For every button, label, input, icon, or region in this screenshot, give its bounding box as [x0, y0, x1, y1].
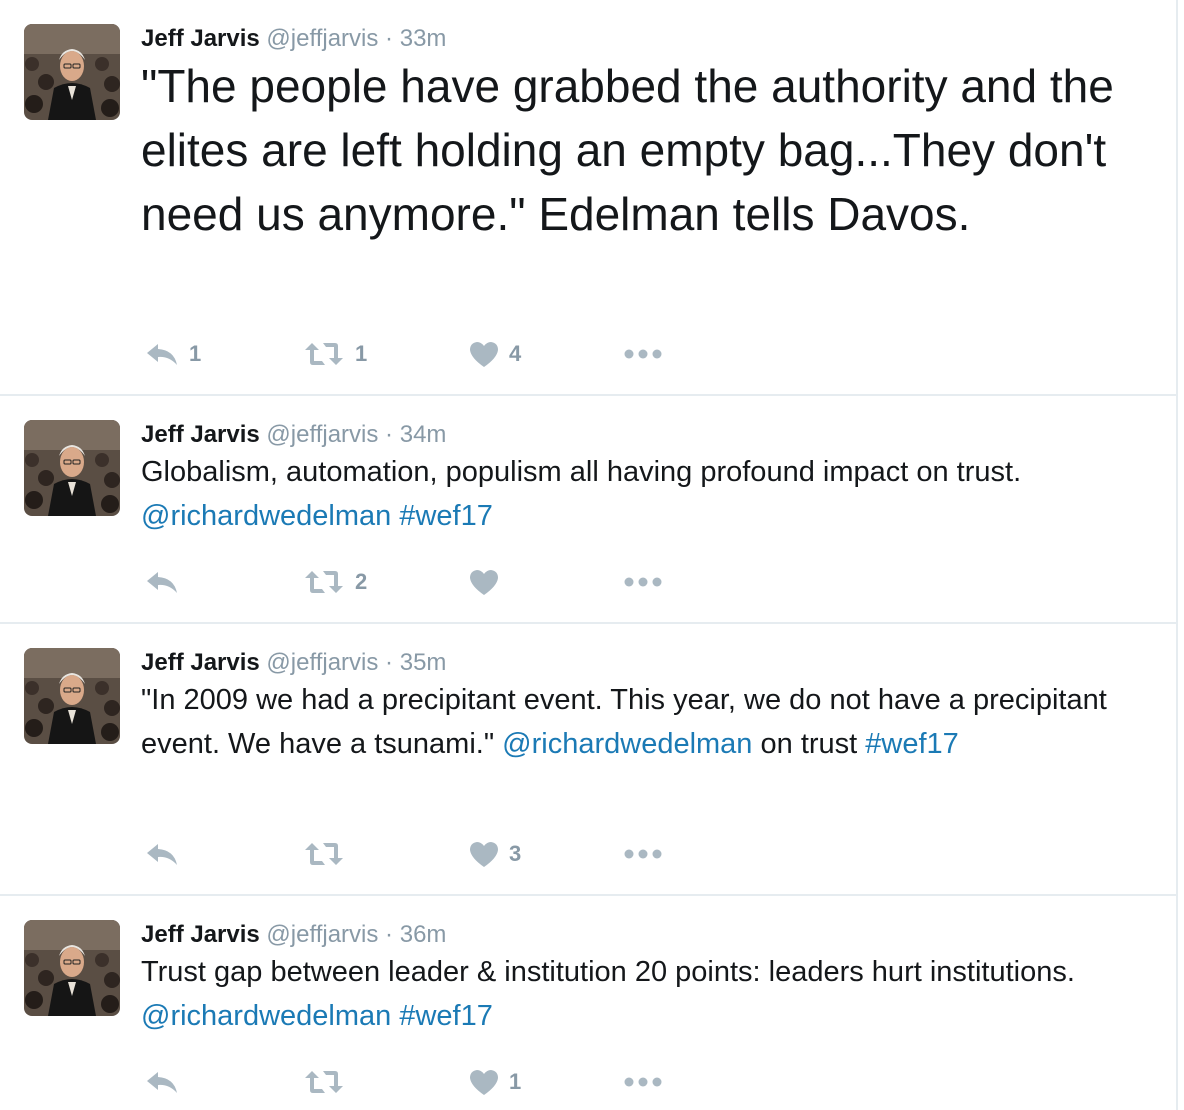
tweet[interactable]: Jeff Jarvis @jeffjarvis · 34m Globalism,… [0, 396, 1176, 624]
retweet-icon [303, 341, 345, 367]
like-button[interactable] [469, 564, 509, 600]
reply-icon [145, 570, 179, 594]
mention-link[interactable]: @richardwedelman [141, 1000, 391, 1032]
like-count: 1 [509, 1069, 522, 1094]
hashtag-link[interactable]: #wef17 [865, 728, 959, 760]
more-button[interactable] [624, 564, 662, 600]
avatar[interactable] [24, 648, 120, 744]
tweet-text-body: Globalism, automation, populism all havi… [141, 456, 1022, 488]
retweet-count: 2 [355, 569, 368, 594]
tweet[interactable]: Jeff Jarvis @jeffjarvis · 35m "In 2009 w… [0, 624, 1176, 896]
more-dots-icon [624, 849, 662, 859]
tweet-header: Jeff Jarvis @jeffjarvis · 33m [141, 24, 1156, 54]
separator-dot: · [385, 921, 394, 948]
timestamp[interactable]: 35m [400, 649, 447, 676]
like-button[interactable]: 3 [469, 836, 521, 872]
like-button[interactable]: 1 [469, 1064, 521, 1100]
username[interactable]: @jeffjarvis [266, 25, 378, 52]
more-dots-icon [624, 1077, 662, 1087]
reply-count: 1 [189, 341, 202, 366]
tweet-header: Jeff Jarvis @jeffjarvis · 36m [141, 920, 1156, 950]
reply-icon [145, 842, 179, 866]
username[interactable]: @jeffjarvis [266, 421, 378, 448]
more-button[interactable] [624, 836, 662, 872]
tweet-header: Jeff Jarvis @jeffjarvis · 34m [141, 420, 1156, 450]
tweet-header: Jeff Jarvis @jeffjarvis · 35m [141, 648, 1156, 678]
retweet-button[interactable] [303, 836, 355, 872]
reply-button[interactable] [145, 1064, 189, 1100]
separator-dot: · [385, 649, 394, 676]
more-button[interactable] [624, 1064, 662, 1100]
tweet-text: Globalism, automation, populism all havi… [141, 450, 1156, 538]
tweet[interactable]: Jeff Jarvis @jeffjarvis · 33m "The peopl… [0, 0, 1176, 396]
hashtag-link[interactable]: #wef17 [399, 500, 493, 532]
tweet-text: Trust gap between leader & institution 2… [141, 950, 1156, 1038]
timestamp[interactable]: 36m [400, 921, 447, 948]
fullname[interactable]: Jeff Jarvis [141, 921, 260, 948]
reply-button[interactable]: 1 [145, 336, 201, 372]
tweet-text-body: "The people have grabbed the authority a… [141, 60, 1114, 240]
username[interactable]: @jeffjarvis [266, 921, 378, 948]
separator-dot: · [385, 421, 394, 448]
mention-link[interactable]: @richardwedelman [141, 500, 391, 532]
timeline: Jeff Jarvis @jeffjarvis · 33m "The peopl… [0, 0, 1178, 1110]
reply-icon [145, 342, 179, 366]
avatar[interactable] [24, 920, 120, 1016]
separator-dot: · [385, 25, 394, 52]
retweet-button[interactable]: 1 [303, 336, 367, 372]
retweet-button[interactable]: 2 [303, 564, 367, 600]
timestamp[interactable]: 34m [400, 421, 447, 448]
tweet-text: "The people have grabbed the authority a… [141, 54, 1156, 246]
like-count: 3 [509, 841, 522, 866]
fullname[interactable]: Jeff Jarvis [141, 649, 260, 676]
like-button[interactable]: 4 [469, 336, 521, 372]
tweet-text-body: Trust gap between leader & institution 2… [141, 956, 1075, 988]
avatar[interactable] [24, 24, 120, 120]
tweet-text: "In 2009 we had a precipitant event. Thi… [141, 678, 1156, 766]
retweet-icon [303, 1069, 345, 1095]
retweet-icon [303, 841, 345, 867]
tweet-text-tail: on trust [752, 728, 866, 760]
more-button[interactable] [624, 336, 662, 372]
fullname[interactable]: Jeff Jarvis [141, 421, 260, 448]
timestamp[interactable]: 33m [400, 25, 447, 52]
more-dots-icon [624, 577, 662, 587]
more-dots-icon [624, 349, 662, 359]
mention-link[interactable]: @richardwedelman [502, 728, 752, 760]
like-heart-icon [469, 341, 499, 368]
fullname[interactable]: Jeff Jarvis [141, 25, 260, 52]
reply-button[interactable] [145, 836, 189, 872]
retweet-button[interactable] [303, 1064, 355, 1100]
username[interactable]: @jeffjarvis [266, 649, 378, 676]
like-heart-icon [469, 1069, 499, 1096]
like-heart-icon [469, 569, 499, 596]
avatar[interactable] [24, 420, 120, 516]
reply-button[interactable] [145, 564, 189, 600]
hashtag-link[interactable]: #wef17 [399, 1000, 493, 1032]
retweet-count: 1 [355, 341, 368, 366]
like-count: 4 [509, 341, 522, 366]
like-heart-icon [469, 841, 499, 868]
retweet-icon [303, 569, 345, 595]
reply-icon [145, 1070, 179, 1094]
tweet[interactable]: Jeff Jarvis @jeffjarvis · 36m Trust gap … [0, 896, 1176, 1110]
